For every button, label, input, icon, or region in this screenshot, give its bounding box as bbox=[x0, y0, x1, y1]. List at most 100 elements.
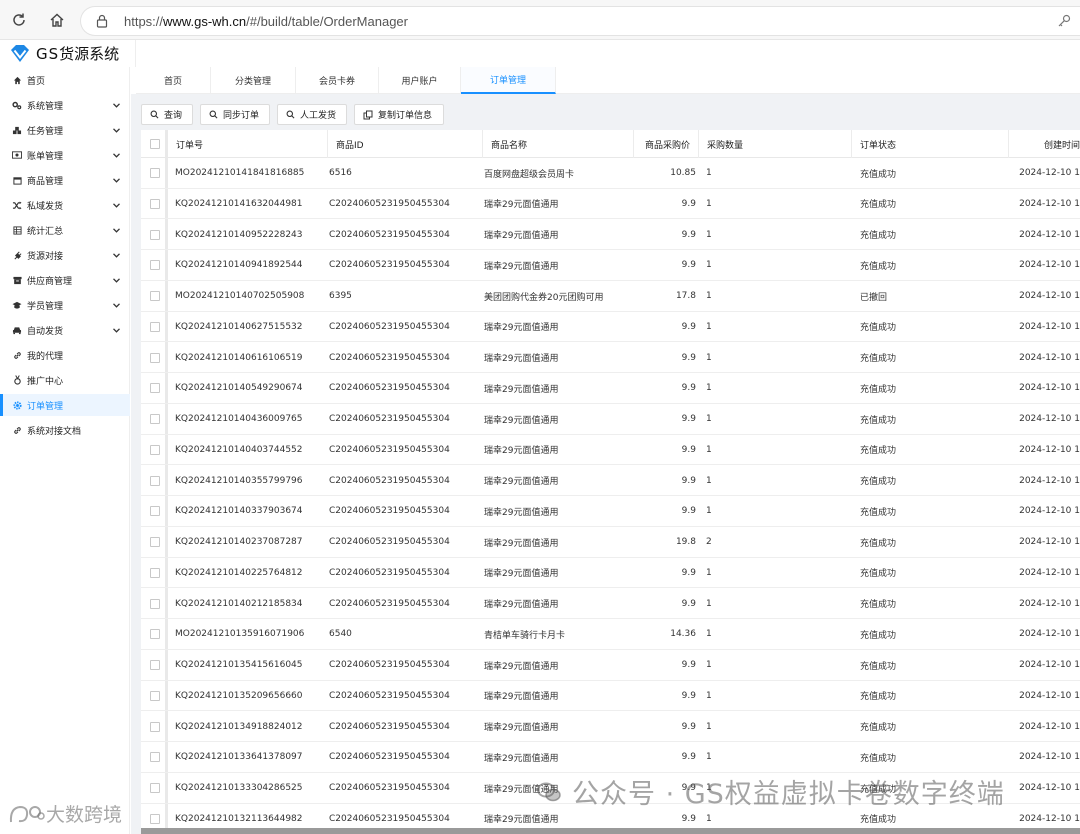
created-time-cell: 2024-12-10 1 bbox=[1019, 567, 1080, 578]
header-quantity[interactable]: 采购数量 bbox=[699, 130, 852, 158]
row-checkbox[interactable] bbox=[150, 383, 160, 394]
sidebar-item-11[interactable]: 我的代理 bbox=[0, 344, 130, 366]
row-checkbox[interactable] bbox=[150, 752, 160, 763]
row-checkbox[interactable] bbox=[150, 506, 160, 517]
tab-1[interactable]: 分类管理 bbox=[211, 67, 296, 94]
table-row[interactable]: MO20241210135916071906 6540 青桔单车骑行卡月卡 14.36… bbox=[141, 619, 1080, 650]
address-bar[interactable]: https://www.gs-wh.cn/#/build/table/Order… bbox=[80, 6, 1080, 36]
table-row[interactable]: KQ20241210140337903674 C20240605231950455… bbox=[141, 496, 1080, 527]
sidebar-item-4[interactable]: 商品管理 bbox=[0, 169, 130, 191]
product-name-cell: 瑞幸29元面值通用 bbox=[484, 415, 559, 426]
row-checkbox[interactable] bbox=[150, 813, 160, 824]
row-checkbox[interactable] bbox=[150, 567, 160, 578]
app-logo[interactable]: GS货源系统 bbox=[0, 40, 136, 67]
key-icon[interactable] bbox=[1056, 13, 1072, 32]
table-row[interactable]: KQ20241210140212185834 C20240605231950455… bbox=[141, 589, 1080, 620]
reload-icon[interactable] bbox=[8, 9, 30, 31]
app-header: GS货源系统 bbox=[0, 40, 1080, 67]
order-no-cell: KQ20241210133641378097 bbox=[175, 752, 303, 763]
row-checkbox[interactable] bbox=[150, 629, 160, 640]
sidebar-item-13[interactable]: 订单管理 bbox=[0, 394, 130, 416]
table-row[interactable]: KQ20241210140403744552 C20240605231950455… bbox=[141, 435, 1080, 466]
row-checkbox[interactable] bbox=[150, 291, 160, 301]
sidebar-item-5[interactable]: 私域发货 bbox=[0, 194, 130, 216]
header-status[interactable]: 订单状态 bbox=[852, 130, 1009, 158]
table-row[interactable]: KQ20241210134918824012 C20240605231950455… bbox=[141, 712, 1080, 743]
lock-icon[interactable] bbox=[95, 14, 109, 31]
sidebar-item-12[interactable]: 推广中心 bbox=[0, 369, 130, 391]
row-checkbox[interactable] bbox=[150, 168, 160, 178]
table-row[interactable]: MO20241210141841816885 6516 百度网盘超级会员周卡 10.8… bbox=[141, 158, 1080, 189]
row-checkbox[interactable] bbox=[150, 783, 160, 793]
price-cell: 9.9 bbox=[681, 414, 696, 424]
table-row[interactable]: KQ20241210140549290674 C20240605231950455… bbox=[141, 373, 1080, 404]
row-checkbox[interactable] bbox=[150, 352, 160, 363]
row-checkbox[interactable] bbox=[150, 537, 160, 547]
sidebar-item-2[interactable]: 任务管理 bbox=[0, 119, 130, 141]
sidebar-item-6[interactable]: 统计汇总 bbox=[0, 219, 130, 241]
product-name-cell: 瑞幸29元面值通用 bbox=[484, 784, 559, 795]
created-time-cell: 2024-12-10 1 bbox=[1019, 660, 1080, 670]
row-checkbox[interactable] bbox=[150, 475, 160, 486]
car-icon bbox=[12, 325, 22, 335]
table-row[interactable]: KQ20241210135209656660 C20240605231950455… bbox=[141, 681, 1080, 712]
table-row[interactable]: KQ20241210140237087287 C20240605231950455… bbox=[141, 527, 1080, 558]
row-checkbox[interactable] bbox=[150, 321, 160, 332]
quantity-cell: 1 bbox=[706, 444, 712, 455]
sidebar-item-1[interactable]: 系统管理 bbox=[0, 94, 130, 116]
sidebar-item-14[interactable]: 系统对接文档 bbox=[0, 419, 130, 441]
table-row[interactable]: KQ20241210140941892544 C20240605231950455… bbox=[141, 250, 1080, 281]
tab-0[interactable]: 首页 bbox=[136, 67, 211, 94]
row-checkbox[interactable] bbox=[150, 598, 160, 609]
product-id-cell: C20240605231950455304 bbox=[329, 537, 450, 547]
sidebar-item-10[interactable]: 自动发货 bbox=[0, 319, 130, 341]
row-checkbox[interactable] bbox=[150, 690, 160, 701]
sidebar-item-label: 系统对接文档 bbox=[27, 426, 82, 437]
select-all-checkbox[interactable] bbox=[150, 139, 160, 149]
sidebar-item-7[interactable]: 货源对接 bbox=[0, 244, 130, 266]
table-row[interactable]: KQ20241210140355799796 C20240605231950455… bbox=[141, 466, 1080, 497]
row-checkbox[interactable] bbox=[150, 414, 160, 424]
sidebar-item-label: 供应商管理 bbox=[27, 276, 73, 287]
tab-2[interactable]: 会员卡券 bbox=[296, 67, 379, 94]
row-checkbox[interactable] bbox=[150, 198, 160, 209]
table-row[interactable]: KQ20241210133641378097 C20240605231950455… bbox=[141, 742, 1080, 773]
order-no-cell: KQ20241210140549290674 bbox=[175, 383, 303, 394]
header-product-id[interactable]: 商品ID bbox=[328, 130, 483, 158]
table-row[interactable]: KQ20241210133304286525 C20240605231950455… bbox=[141, 773, 1080, 804]
row-checkbox[interactable] bbox=[150, 229, 160, 240]
gears-icon bbox=[12, 100, 22, 110]
home-icon[interactable] bbox=[46, 9, 68, 31]
header-created-time[interactable]: 创建时间 bbox=[1009, 130, 1080, 158]
header-order-no[interactable]: 订单号 bbox=[168, 130, 328, 158]
sidebar-item-3[interactable]: 账单管理 bbox=[0, 144, 130, 166]
table-row[interactable]: KQ20241210141632044981 C20240605231950455… bbox=[141, 189, 1080, 220]
row-checkbox[interactable] bbox=[150, 444, 160, 455]
row-checkbox[interactable] bbox=[150, 260, 160, 271]
header-price[interactable]: 商品采购价 bbox=[634, 130, 699, 158]
table-row[interactable]: KQ20241210135415616045 C20240605231950455… bbox=[141, 650, 1080, 681]
sidebar-item-label: 账单管理 bbox=[27, 151, 64, 162]
copy-order-info-button[interactable]: 复制订单信息 bbox=[354, 104, 444, 125]
logo-gs: GS bbox=[36, 45, 60, 63]
manual-ship-button[interactable]: 人工发货 bbox=[277, 104, 347, 125]
search-button[interactable]: 查询 bbox=[141, 104, 193, 125]
sidebar-item-0[interactable]: 首页 bbox=[0, 69, 130, 91]
product-id-cell: C20240605231950455304 bbox=[329, 752, 450, 763]
table-row[interactable]: KQ20241210140627515532 C20240605231950455… bbox=[141, 312, 1080, 343]
row-checkbox[interactable] bbox=[150, 721, 160, 732]
table-row[interactable]: KQ20241210140436009765 C20240605231950455… bbox=[141, 404, 1080, 435]
table-row[interactable]: KQ20241210140616106519 C20240605231950455… bbox=[141, 343, 1080, 374]
sidebar-item-9[interactable]: 学员管理 bbox=[0, 294, 130, 316]
status-cell: 充值成功 bbox=[860, 692, 897, 703]
tab-3[interactable]: 用户账户 bbox=[379, 67, 461, 94]
sidebar-item-8[interactable]: 供应商管理 bbox=[0, 269, 130, 291]
row-checkbox[interactable] bbox=[150, 660, 160, 670]
header-product-name[interactable]: 商品名称 bbox=[483, 130, 634, 158]
table-row[interactable]: KQ20241210140225764812 C20240605231950455… bbox=[141, 558, 1080, 589]
table-row[interactable]: KQ20241210140952228243 C20240605231950455… bbox=[141, 220, 1080, 251]
horizontal-scrollbar[interactable] bbox=[141, 828, 1080, 834]
tab-4[interactable]: 订单管理 bbox=[461, 67, 556, 94]
sync-orders-button[interactable]: 同步订单 bbox=[200, 104, 270, 125]
table-row[interactable]: MO20241210140702505908 6395 美团团购代金券20元团购可用… bbox=[141, 281, 1080, 312]
